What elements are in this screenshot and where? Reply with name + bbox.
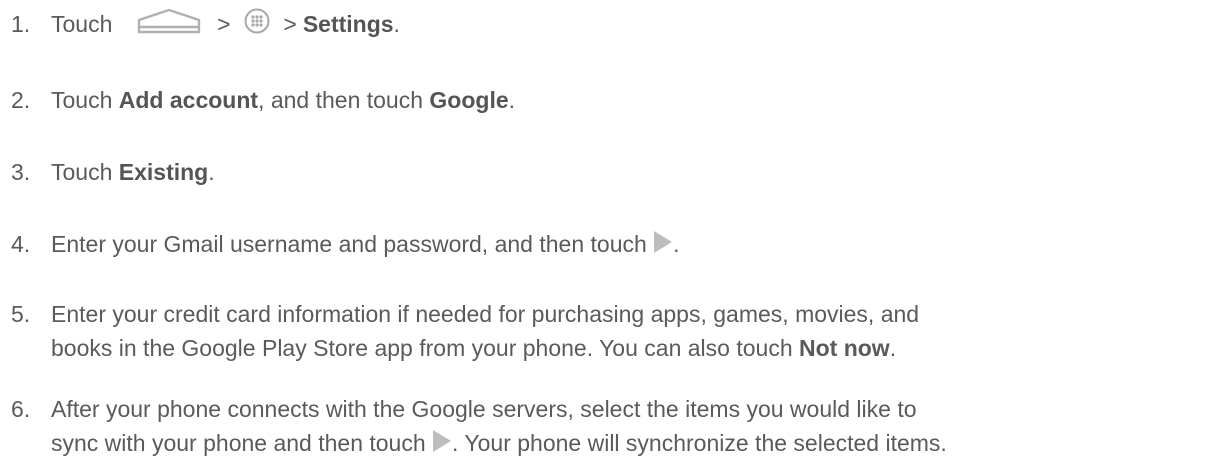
apps-grid-icon <box>243 7 271 44</box>
step-number: 6. <box>11 396 31 422</box>
add-account-label: Add account <box>118 87 259 113</box>
step-number: 1. <box>11 11 31 37</box>
step-text-continued: books in the Google Play Store app from … <box>51 335 799 361</box>
play-arrow-icon <box>432 428 452 462</box>
step-number: 3. <box>11 159 31 185</box>
step-number: 4. <box>11 231 31 257</box>
step-text: Touch <box>51 11 113 37</box>
step-text: After your phone connects with the Googl… <box>51 396 917 422</box>
settings-label: Settings <box>302 11 394 37</box>
step-number: 2. <box>11 87 31 113</box>
step-text: Enter your credit card information if ne… <box>51 301 920 327</box>
separator: > <box>217 11 231 37</box>
step-text-continued: sync with your phone and then touch <box>51 430 433 456</box>
existing-label: Existing <box>118 159 209 185</box>
step-text: Enter your Gmail username and password, … <box>51 231 654 257</box>
step-text: Touch <box>51 87 119 113</box>
google-label: Google <box>429 87 509 113</box>
step-number: 5. <box>11 301 31 327</box>
step-text: Touch <box>51 159 119 185</box>
play-arrow-icon <box>653 229 673 263</box>
separator: > <box>283 11 297 37</box>
not-now-label: Not now <box>799 335 890 361</box>
home-icon <box>133 8 205 43</box>
